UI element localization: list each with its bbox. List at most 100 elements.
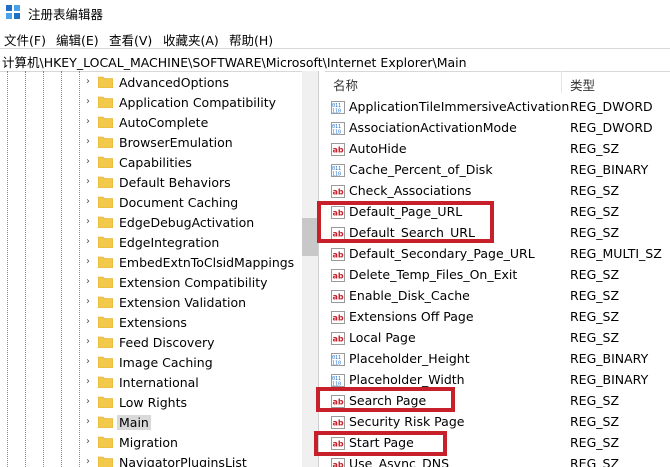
value-row[interactable]: ab Enable_Disk_Cache REG_SZ <box>325 286 670 307</box>
tree-item-label: Feed Discovery <box>119 335 215 350</box>
tree-item[interactable]: › Document Caching <box>0 193 318 213</box>
chevron-right-icon[interactable]: › <box>86 357 94 367</box>
svg-text:ab: ab <box>333 251 344 260</box>
value-type: REG_SZ <box>570 330 620 345</box>
folder-icon <box>98 396 113 408</box>
tree-item[interactable]: › AutoComplete <box>0 113 318 133</box>
chevron-right-icon[interactable]: › <box>86 417 94 427</box>
highlight-box-start-page <box>314 431 447 456</box>
tree-item[interactable]: › EdgeIntegration <box>0 233 318 253</box>
tree-item-label: Migration <box>119 435 178 450</box>
tree-scrollbar-thumb[interactable] <box>302 218 318 256</box>
tree-item-label: Default Behaviors <box>119 175 231 190</box>
tree-item[interactable]: › EdgeDebugActivation <box>0 213 318 233</box>
value-row[interactable]: ab Delete_Temp_Files_On_Exit REG_SZ <box>325 265 670 286</box>
string-value-icon: ab <box>331 143 345 156</box>
value-type: REG_SZ <box>570 141 620 156</box>
chevron-right-icon[interactable]: › <box>86 397 94 407</box>
chevron-right-icon[interactable]: › <box>86 277 94 287</box>
folder-icon <box>98 436 113 448</box>
string-value-icon: ab <box>331 269 345 282</box>
chevron-right-icon[interactable]: › <box>86 117 94 127</box>
value-name: Delete_Temp_Files_On_Exit <box>349 267 518 282</box>
folder-icon <box>98 456 113 467</box>
menu-help[interactable]: 帮助(H) <box>229 30 273 49</box>
tree-item[interactable]: › Image Caching <box>0 353 318 373</box>
column-divider[interactable] <box>561 71 562 93</box>
chevron-right-icon[interactable]: › <box>86 237 94 247</box>
value-row[interactable]: ab Default_Secondary_Page_URL REG_MULTI_SZ <box>325 244 670 265</box>
menu-favorites[interactable]: 收藏夹(A) <box>163 30 219 49</box>
value-type: REG_SZ <box>570 456 620 467</box>
tree-item-label: AdvancedOptions <box>119 75 229 90</box>
value-name: Placeholder_Height <box>349 351 470 366</box>
tree-item[interactable]: › BrowserEmulation <box>0 133 318 153</box>
value-row[interactable]: ab AutoHide REG_SZ <box>325 139 670 160</box>
svg-text:110: 110 <box>332 361 341 367</box>
value-type: REG_SZ <box>570 393 620 408</box>
value-type: REG_DWORD <box>570 99 653 114</box>
chevron-right-icon[interactable]: › <box>86 137 94 147</box>
chevron-right-icon[interactable]: › <box>86 317 94 327</box>
value-name: Default_Secondary_Page_URL <box>349 246 535 261</box>
value-row[interactable]: ab Local Page REG_SZ <box>325 328 670 349</box>
key-tree[interactable]: › AdvancedOptions › Application Compatibili… <box>0 71 318 467</box>
tree-item-label: Capabilities <box>119 155 192 170</box>
address-path[interactable]: 计算机\HKEY_LOCAL_MACHINE\SOFTWARE\Microsof… <box>2 52 467 71</box>
menu-file[interactable]: 文件(F) <box>4 30 46 49</box>
value-type: REG_BINARY <box>570 372 649 387</box>
value-name: AssociationActivationMode <box>349 120 517 135</box>
tree-item[interactable]: › Feed Discovery <box>0 333 318 353</box>
tree-item[interactable]: › Main <box>0 413 318 433</box>
chevron-right-icon[interactable]: › <box>86 377 94 387</box>
svg-text:110: 110 <box>332 109 341 115</box>
svg-text:ab: ab <box>333 461 344 467</box>
menu-view[interactable]: 查看(V) <box>109 30 152 49</box>
title-bar: 注册表编辑器 <box>0 0 670 24</box>
value-row[interactable]: ab Check_Associations REG_SZ <box>325 181 670 202</box>
folder-icon <box>98 376 113 388</box>
address-bar[interactable]: 计算机\HKEY_LOCAL_MACHINE\SOFTWARE\Microsof… <box>0 48 670 72</box>
tree-item[interactable]: › EmbedExtnToClsidMappings <box>0 253 318 273</box>
tree-item[interactable]: › NavigatorPluginsList <box>0 453 318 467</box>
value-row[interactable]: 011 110 AssociationActivationMode REG_DWORD <box>325 118 670 139</box>
tree-item[interactable]: › Default Behaviors <box>0 173 318 193</box>
tree-item[interactable]: › Migration <box>0 433 318 453</box>
column-header-type[interactable]: 类型 <box>570 75 595 94</box>
tree-item[interactable]: › Extensions <box>0 313 318 333</box>
column-header-name[interactable]: 名称 <box>333 75 358 94</box>
value-row[interactable]: 011 110 ApplicationTileImmersiveActivation… <box>325 97 670 118</box>
chevron-right-icon[interactable]: › <box>86 77 94 87</box>
tree-item[interactable]: › Extension Compatibility <box>0 273 318 293</box>
chevron-right-icon[interactable]: › <box>86 257 94 267</box>
tree-item[interactable]: › Low Rights <box>0 393 318 413</box>
string-value-icon: ab <box>331 248 345 261</box>
chevron-right-icon[interactable]: › <box>86 157 94 167</box>
tree-item[interactable]: › International <box>0 373 318 393</box>
svg-text:110: 110 <box>332 130 341 136</box>
tree-item[interactable]: › Application Compatibility <box>0 93 318 113</box>
tree-item[interactable]: › Extension Validation <box>0 293 318 313</box>
chevron-right-icon[interactable]: › <box>86 97 94 107</box>
chevron-right-icon[interactable]: › <box>86 437 94 447</box>
value-type: REG_SZ <box>570 267 620 282</box>
chevron-right-icon[interactable]: › <box>86 217 94 227</box>
chevron-right-icon[interactable]: › <box>86 337 94 347</box>
value-row[interactable]: ab Security Risk Page REG_SZ <box>325 412 670 433</box>
value-type: REG_BINARY <box>570 351 649 366</box>
value-name: Placeholder_Width <box>349 372 465 387</box>
menu-edit[interactable]: 编辑(E) <box>56 30 99 49</box>
tree-item-label: NavigatorPluginsList <box>119 455 247 467</box>
tree-item[interactable]: › Capabilities <box>0 153 318 173</box>
value-row[interactable]: ab Extensions Off Page REG_SZ <box>325 307 670 328</box>
value-type: REG_SZ <box>570 204 620 219</box>
chevron-right-icon[interactable]: › <box>86 177 94 187</box>
tree-item-label: Low Rights <box>119 395 188 410</box>
value-row[interactable]: 011 110 Placeholder_Height REG_BINARY <box>325 349 670 370</box>
tree-item[interactable]: › AdvancedOptions <box>0 73 318 93</box>
value-row[interactable]: 011 110 Cache_Percent_of_Disk REG_BINARY <box>325 160 670 181</box>
chevron-right-icon[interactable]: › <box>86 457 94 467</box>
chevron-right-icon[interactable]: › <box>86 197 94 207</box>
string-value-icon: ab <box>331 185 345 198</box>
chevron-right-icon[interactable]: › <box>86 297 94 307</box>
